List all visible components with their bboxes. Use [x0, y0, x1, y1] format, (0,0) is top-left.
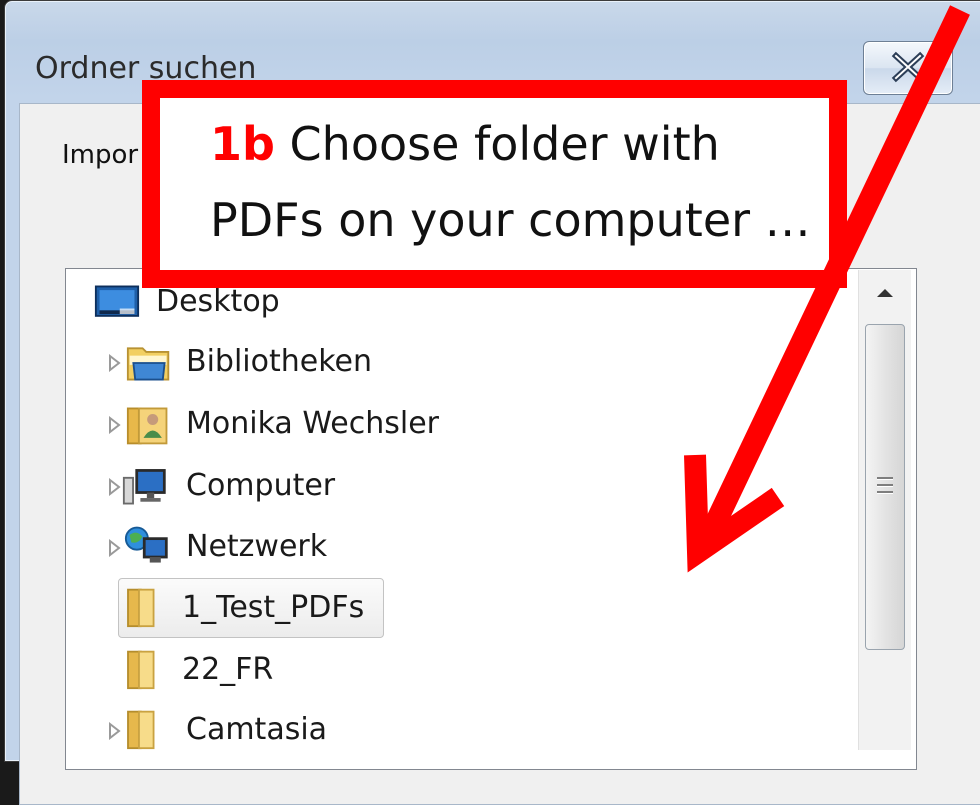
- annotation-arrow: [684, 5, 970, 573]
